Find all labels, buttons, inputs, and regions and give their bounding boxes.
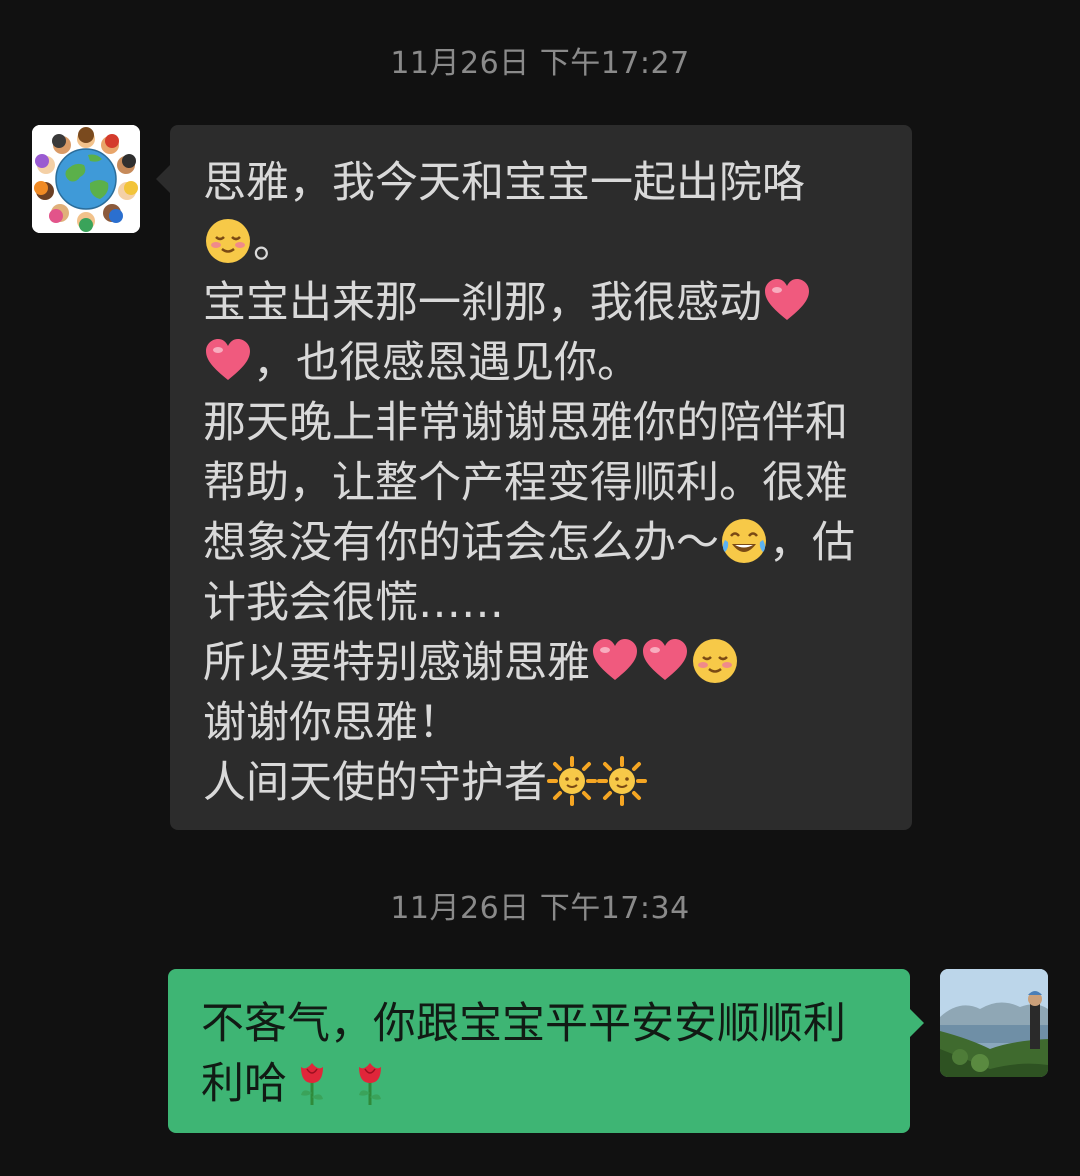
sun-emoji-icon [547, 756, 597, 806]
sun-emoji-icon [597, 756, 647, 806]
globe-children-avatar-icon [32, 125, 140, 233]
timestamp: 11月26日 下午17:27 [390, 46, 690, 81]
message-line: 所以要特别感谢思雅 [203, 633, 882, 693]
message-line: 利哈 [201, 1054, 880, 1114]
message-line: 那天晚上非常谢谢思雅你的陪伴和 [203, 398, 848, 448]
message-line: ，也很感恩遇见你。 [203, 333, 882, 393]
heart-emoji-icon [640, 636, 690, 686]
message-line: 不客气，你跟宝宝平平安安顺顺利 [201, 999, 846, 1049]
message-line: 计我会很慌…… [203, 578, 504, 628]
message-line: 。 [203, 213, 882, 273]
message-line: 想象没有你的话会怎么办～ ，估 [203, 516, 855, 568]
my-avatar[interactable] [940, 969, 1048, 1077]
shy-smile-emoji-icon [203, 216, 253, 266]
incoming-message-bubble[interactable]: 思雅，我今天和宝宝一起出院咯 。 宝宝出来那一刹那，我很感动 ，也很感恩遇见你。… [156, 125, 912, 830]
mountain-lake-avatar-icon [940, 969, 1048, 1077]
contact-avatar[interactable] [32, 125, 140, 233]
message-line: 宝宝出来那一刹那，我很感动 [203, 273, 882, 333]
shy-smile-emoji-icon [690, 636, 740, 686]
heart-emoji-icon [762, 276, 812, 326]
message-line: 谢谢你思雅！ [203, 698, 461, 748]
timestamp: 11月26日 下午17:34 [390, 891, 690, 926]
message-line: 思雅，我今天和宝宝一起出院咯 [203, 158, 805, 208]
tears-of-joy-emoji-icon [719, 516, 769, 566]
heart-emoji-icon [203, 336, 253, 386]
message-line: 帮助，让整个产程变得顺利。很难 [203, 458, 848, 508]
message-line: 人间天使的守护者 [203, 753, 882, 813]
outgoing-message-bubble[interactable]: 不客气，你跟宝宝平平安安顺顺利 利哈 [168, 969, 924, 1133]
rose-emoji-icon [287, 1057, 337, 1107]
heart-emoji-icon [590, 636, 640, 686]
rose-emoji-icon [345, 1057, 395, 1107]
